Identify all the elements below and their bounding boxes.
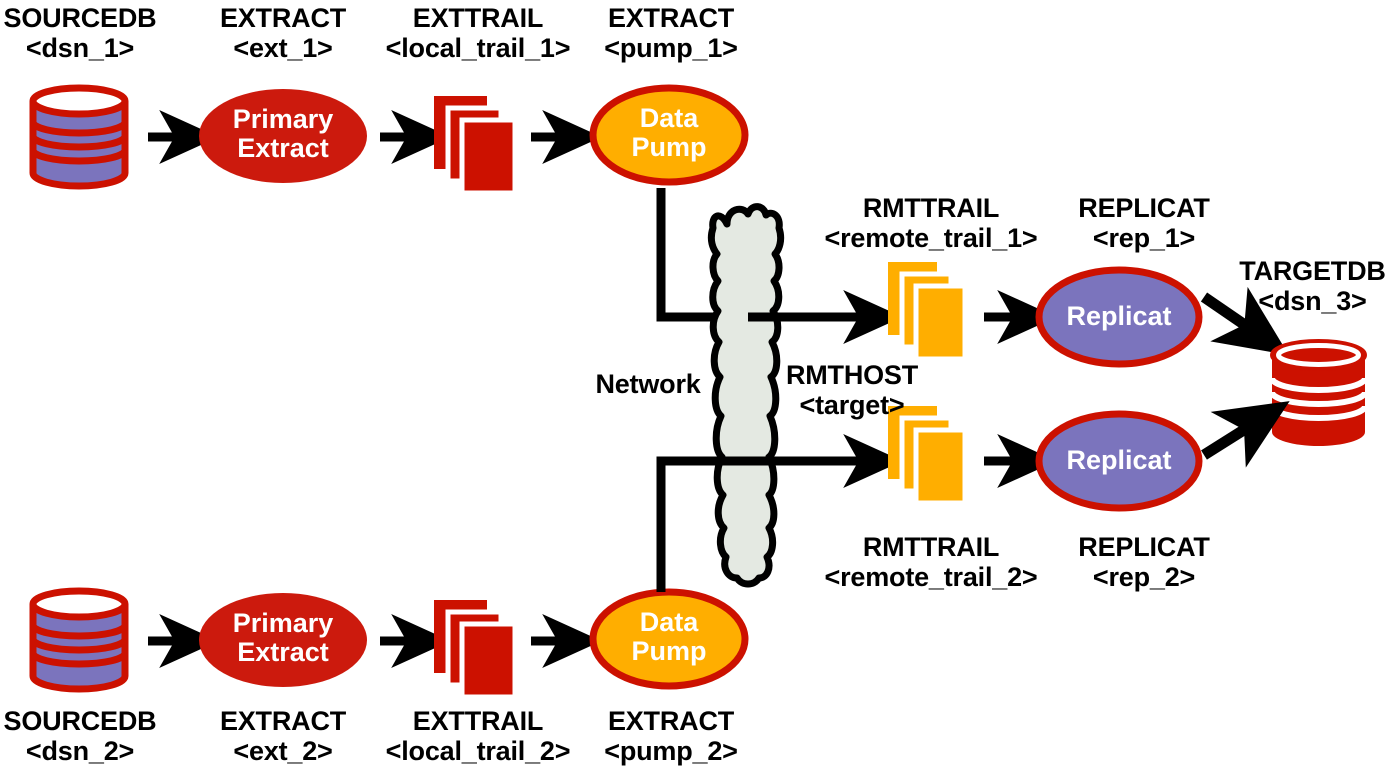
replicat-1-shape (1035, 266, 1203, 368)
arrow-replicat2-to-targetdb (1201, 401, 1290, 468)
local-trail-2-icon (434, 600, 518, 700)
label-pump-extract-1: EXTRACT <pump_1> (604, 3, 738, 64)
primary-extract-2-shape (199, 593, 367, 687)
replicat-2-shape (1035, 410, 1203, 512)
data-pump-1-shape (589, 84, 749, 186)
label-targetdb: TARGETDB <dsn_3> (1239, 256, 1386, 317)
data-pump-2-shape (589, 588, 749, 690)
label-replicat-2: REPLICAT <rep_2> (1078, 532, 1210, 593)
label-extract-1: EXTRACT <ext_1> (219, 3, 347, 64)
label-sourcedb-1: SOURCEDB <dsn_1> (3, 3, 157, 64)
remote-trail-2-icon (888, 406, 968, 506)
local-trail-1-icon (434, 96, 518, 196)
source-db-1-icon (29, 84, 129, 190)
label-pump-extract-2: EXTRACT <pump_2> (604, 706, 738, 767)
goldengate-topology-diagram: Primary Extract Data Pump Replicat Repli… (0, 0, 1393, 772)
target-db-icon (1269, 339, 1368, 446)
label-sourcedb-2: SOURCEDB <dsn_2> (3, 706, 157, 767)
remote-trail-1-icon (888, 262, 968, 362)
label-rmttrail-1: RMTTRAIL <remote_trail_1> (824, 193, 1038, 254)
label-network: Network (595, 369, 701, 399)
label-rmthost: RMTHOST <target> (785, 360, 919, 421)
label-exttrail-1: EXTTRAIL <local_trail_1> (385, 3, 571, 64)
label-replicat-1: REPLICAT <rep_1> (1078, 193, 1210, 254)
label-exttrail-2: EXTTRAIL <local_trail_2> (385, 706, 571, 767)
label-rmttrail-2: RMTTRAIL <remote_trail_2> (824, 532, 1038, 593)
source-db-2-icon (29, 587, 129, 693)
label-extract-2: EXTRACT <ext_2> (219, 706, 347, 767)
primary-extract-1-shape (199, 89, 367, 183)
